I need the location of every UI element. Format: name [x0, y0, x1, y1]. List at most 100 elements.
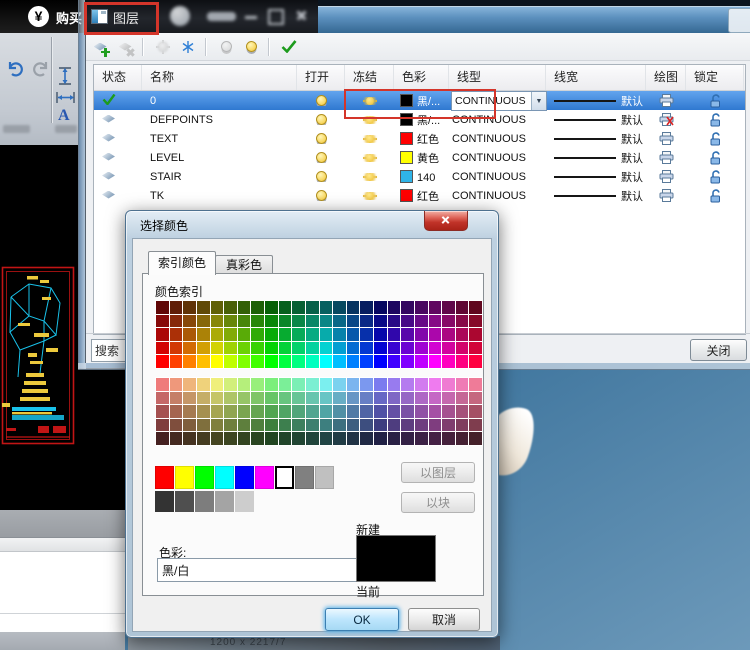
aci-color-cell[interactable] [442, 301, 455, 314]
aci-color-cell[interactable] [224, 391, 237, 405]
aci-color-cell[interactable] [401, 328, 414, 341]
aci-color-cell[interactable] [278, 391, 292, 405]
aci-color-cell[interactable] [183, 301, 196, 314]
aci-color-cell[interactable] [428, 378, 442, 391]
aci-color-cell[interactable] [210, 378, 224, 391]
aci-color-cell[interactable] [360, 355, 373, 368]
aci-color-cell[interactable] [292, 301, 305, 314]
aci-color-cell[interactable] [469, 314, 482, 328]
layer-lineweight-cell[interactable]: 默认 [546, 150, 646, 166]
aci-color-cell[interactable] [333, 301, 346, 314]
aci-color-cell[interactable] [374, 314, 387, 328]
aci-color-cell[interactable] [278, 355, 292, 368]
aci-color-cell[interactable] [196, 378, 210, 391]
aci-color-cell[interactable] [442, 341, 455, 355]
aci-color-cell[interactable] [333, 341, 346, 355]
aci-color-cell[interactable] [401, 355, 414, 368]
aci-color-cell[interactable] [169, 391, 183, 405]
aci-color-cell[interactable] [455, 378, 469, 391]
aci-color-cell[interactable] [374, 301, 387, 314]
aci-color-cell[interactable] [210, 432, 224, 445]
aci-color-cell[interactable] [360, 405, 373, 418]
aci-color-cell[interactable] [210, 341, 224, 355]
unlock-icon[interactable] [709, 150, 722, 165]
aci-color-cell[interactable] [442, 405, 455, 418]
aci-color-cell[interactable] [346, 328, 360, 341]
aci-color-cell[interactable] [319, 432, 333, 445]
aci-color-cell[interactable] [156, 355, 169, 368]
aci-color-cell[interactable] [196, 391, 210, 405]
aci-color-cell[interactable] [156, 432, 169, 445]
layer-linetype-cell[interactable]: CONTINUOUS [449, 152, 546, 164]
aci-color-cell[interactable] [278, 328, 292, 341]
aci-color-cell[interactable] [428, 314, 442, 328]
aci-color-cell[interactable] [292, 418, 305, 432]
aci-color-cell[interactable] [428, 328, 442, 341]
aci-color-cell[interactable] [428, 405, 442, 418]
aci-color-cell[interactable] [387, 355, 401, 368]
aci-color-cell[interactable] [237, 405, 251, 418]
aci-color-cell[interactable] [156, 405, 169, 418]
aci-color-cell[interactable] [156, 418, 169, 432]
new-layer-button[interactable] [89, 36, 111, 58]
aci-color-cell[interactable] [196, 405, 210, 418]
layer-row-LEVEL[interactable]: LEVEL 黄色 CONTINUOUS 默认 [94, 148, 745, 167]
aci-color-cell[interactable] [196, 355, 210, 368]
aci-color-cell[interactable] [469, 378, 482, 391]
aci-color-cell[interactable] [387, 378, 401, 391]
aci-color-cell[interactable] [305, 405, 319, 418]
standard-color-cell[interactable] [155, 466, 174, 489]
apply-button[interactable] [278, 36, 300, 58]
aci-color-cell[interactable] [374, 328, 387, 341]
aci-color-cell[interactable] [183, 378, 196, 391]
aci-color-cell[interactable] [428, 301, 442, 314]
aci-color-cell[interactable] [265, 378, 278, 391]
aci-color-cell[interactable] [224, 378, 237, 391]
aci-color-cell[interactable] [414, 328, 428, 341]
aci-color-cell[interactable] [360, 378, 373, 391]
tab-true-color[interactable]: 真彩色 [215, 255, 273, 275]
aci-color-cell[interactable] [224, 341, 237, 355]
aci-color-cell[interactable] [237, 432, 251, 445]
aci-color-cell[interactable] [455, 418, 469, 432]
plot-icon[interactable] [659, 189, 674, 202]
column-header[interactable]: 色彩 [394, 65, 449, 90]
layer-row-TK[interactable]: TK 红色 CONTINUOUS 默认 [94, 186, 745, 205]
aci-color-cell[interactable] [265, 405, 278, 418]
aci-color-cell[interactable] [428, 341, 442, 355]
aci-color-cell[interactable] [346, 432, 360, 445]
aci-color-cell[interactable] [469, 391, 482, 405]
aci-color-cell[interactable] [196, 328, 210, 341]
layer-row-STAIR[interactable]: STAIR 140 CONTINUOUS 默认 [94, 167, 745, 186]
aci-color-cell[interactable] [251, 328, 264, 341]
aci-color-cell[interactable] [401, 314, 414, 328]
aci-color-cell[interactable] [428, 355, 442, 368]
aci-color-cell[interactable] [169, 314, 183, 328]
aci-color-cell[interactable] [237, 301, 251, 314]
aci-color-cell[interactable] [169, 301, 183, 314]
aci-color-cell[interactable] [346, 355, 360, 368]
aci-color-cell[interactable] [305, 341, 319, 355]
aci-color-cell[interactable] [455, 391, 469, 405]
layer-row-TEXT[interactable]: TEXT 红色 CONTINUOUS 默认 [94, 129, 745, 148]
aci-color-cell[interactable] [305, 355, 319, 368]
aci-color-cell[interactable] [237, 378, 251, 391]
column-header[interactable]: 状态 [94, 65, 142, 90]
aci-color-cell[interactable] [278, 314, 292, 328]
gray-color-cell[interactable] [175, 491, 194, 512]
plot-icon[interactable] [659, 170, 674, 183]
aci-color-cell[interactable] [387, 418, 401, 432]
column-header[interactable]: 线宽 [546, 65, 646, 90]
aci-color-cell[interactable] [169, 341, 183, 355]
column-header[interactable]: 冻结 [345, 65, 394, 90]
layer-color-cell[interactable]: 红色 [394, 188, 449, 204]
aci-color-cell[interactable] [469, 355, 482, 368]
aci-color-cell[interactable] [183, 328, 196, 341]
standard-color-cell[interactable] [175, 466, 194, 489]
dimension-horizontal-icon[interactable] [55, 91, 76, 104]
aci-color-cell[interactable] [265, 432, 278, 445]
standard-color-cell[interactable] [295, 466, 314, 489]
aci-color-cell[interactable] [374, 432, 387, 445]
aci-color-cell[interactable] [387, 314, 401, 328]
aci-color-cell[interactable] [428, 432, 442, 445]
